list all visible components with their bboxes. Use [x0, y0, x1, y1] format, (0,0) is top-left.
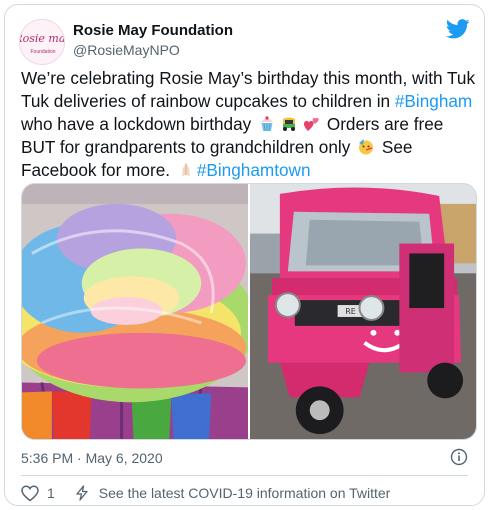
- hashtag-bingham[interactable]: #Bingham: [395, 91, 472, 111]
- avatar-logo-sub: Foundation: [30, 49, 55, 55]
- tweet-text-part2: who have a lockdown birthday: [21, 114, 257, 134]
- heart-icon[interactable]: [21, 484, 39, 502]
- author-name[interactable]: Rosie May Foundation: [73, 22, 233, 39]
- covid-info-link[interactable]: See the latest COVID-19 information on T…: [99, 485, 391, 501]
- tweet-text: We’re celebrating Rosie May’s birthday t…: [21, 67, 477, 182]
- avatar-logo-text: Rosie may: [20, 32, 65, 45]
- like-count[interactable]: 1: [47, 485, 55, 501]
- media-gallery[interactable]: RE: [21, 183, 477, 440]
- divider: [21, 475, 468, 476]
- plate-text: RE: [345, 307, 356, 316]
- tweet-actions: 1 See the latest COVID-19 information on…: [21, 483, 390, 503]
- avatar[interactable]: Rosie may Foundation: [19, 19, 65, 65]
- info-icon[interactable]: [450, 448, 468, 466]
- folded-hands-emoji-icon: [177, 161, 195, 178]
- two-hearts-emoji-icon: [302, 115, 320, 132]
- auto-rickshaw-emoji-icon: [280, 115, 298, 132]
- hashtag-binghamtown[interactable]: #Binghamtown: [197, 160, 311, 180]
- tweet-card[interactable]: Rosie may Foundation Rosie May Foundatio…: [4, 4, 485, 506]
- tweet-timestamp[interactable]: 5:36 PM · May 6, 2020: [21, 450, 163, 466]
- lightning-bolt-icon: [75, 485, 89, 501]
- twitter-bird-icon[interactable]: [446, 19, 470, 39]
- rainbow-cupcake-photo[interactable]: [22, 184, 248, 439]
- pink-tuk-tuk-photo[interactable]: RE: [250, 184, 476, 439]
- party-face-emoji-icon: [357, 138, 375, 155]
- cupcake-emoji-icon: [258, 115, 276, 132]
- author-handle[interactable]: @RosieMayNPO: [73, 42, 180, 58]
